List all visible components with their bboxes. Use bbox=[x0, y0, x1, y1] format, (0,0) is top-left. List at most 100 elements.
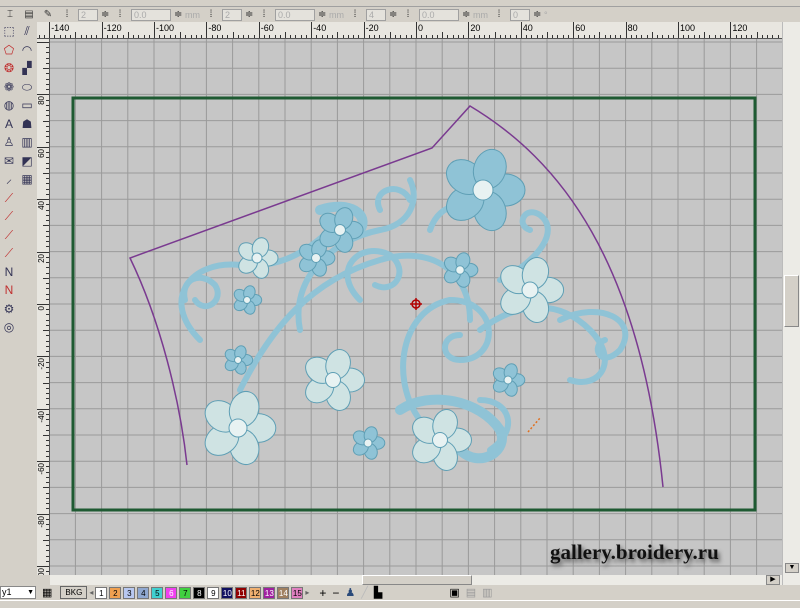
thread-color-2[interactable]: 2 bbox=[109, 586, 122, 599]
circle-icon[interactable]: ◎ bbox=[0, 318, 18, 337]
columns-icon[interactable]: ▥ bbox=[18, 133, 36, 152]
thread-color-14[interactable]: 14 bbox=[277, 586, 290, 599]
arc-icon[interactable]: ◠ bbox=[18, 41, 36, 60]
pen-icon[interactable]: ✎ bbox=[40, 8, 56, 21]
scroll-right-button[interactable]: ▶ bbox=[766, 575, 780, 585]
ruler-tick bbox=[54, 35, 56, 38]
thread-color-7[interactable]: 7 bbox=[179, 586, 192, 599]
thread-color-11[interactable]: 11 bbox=[235, 586, 248, 599]
spinner-icon[interactable]: ≑ bbox=[462, 8, 470, 21]
vertical-scroll-thumb[interactable] bbox=[784, 275, 799, 327]
vertical-scrollbar[interactable]: ▼ bbox=[782, 22, 800, 585]
node-icon[interactable]: ⬠ bbox=[0, 41, 18, 60]
properties-icon[interactable]: ▥ bbox=[482, 586, 492, 599]
horizontal-scroll-thumb[interactable] bbox=[362, 575, 472, 585]
path-icon-3[interactable]: ⟋ bbox=[0, 226, 18, 245]
ruler-tick bbox=[46, 293, 49, 295]
thread-color-1[interactable]: 1 bbox=[95, 586, 108, 599]
ruler-tick bbox=[106, 35, 108, 38]
palette-left-arrow[interactable]: ◂ bbox=[89, 588, 93, 597]
spinner-icon[interactable]: ≑ bbox=[174, 8, 182, 21]
ellipse-icon[interactable]: ⬭ bbox=[18, 78, 36, 97]
ruler-tick bbox=[719, 35, 721, 38]
ruler-tick bbox=[43, 173, 49, 174]
zigzag-red-icon[interactable]: N bbox=[0, 281, 18, 300]
horizontal-scrollbar[interactable]: ▶ bbox=[50, 575, 782, 585]
ruler-tick bbox=[46, 387, 49, 389]
property-field[interactable]: 0 bbox=[510, 8, 530, 21]
background-button[interactable]: BKG bbox=[60, 586, 88, 599]
ruler-tick bbox=[436, 35, 438, 38]
disk-icon[interactable]: ▤ bbox=[466, 586, 476, 599]
color-stitch-icon[interactable]: ▤ bbox=[21, 8, 37, 21]
thread-color-10[interactable]: 10 bbox=[221, 586, 234, 599]
ruler-tick bbox=[46, 78, 49, 80]
spinner-icon[interactable]: ≑ bbox=[245, 8, 253, 21]
ruler-tick bbox=[46, 403, 49, 405]
thread-color-9[interactable]: 9 bbox=[207, 586, 220, 599]
thread-color-12[interactable]: 12 bbox=[249, 586, 262, 599]
spacing-icon: ⁞ bbox=[209, 9, 213, 20]
ruler-tick bbox=[46, 104, 49, 106]
property-field[interactable]: 0.0 bbox=[131, 8, 171, 21]
ruler-label: -100 bbox=[156, 23, 175, 33]
spinner-icon[interactable]: ≑ bbox=[101, 8, 109, 21]
blob-icon[interactable]: ☗ bbox=[18, 115, 36, 134]
stitch-type-icon[interactable]: ⌶ bbox=[2, 8, 18, 21]
scroll-down-button[interactable]: ▼ bbox=[785, 563, 799, 573]
globe-icon[interactable]: ◍ bbox=[0, 96, 18, 115]
monogram-icon[interactable]: ✉ bbox=[0, 152, 18, 171]
path-icon-1[interactable]: ⟋ bbox=[0, 189, 18, 208]
design-canvas[interactable] bbox=[50, 39, 782, 575]
person-icon[interactable]: ♙ bbox=[0, 133, 18, 152]
gradient-icon[interactable]: ◩ bbox=[18, 152, 36, 171]
ruler-tick bbox=[657, 35, 659, 38]
thread-color-5[interactable]: 5 bbox=[151, 586, 164, 599]
thread-color-6[interactable]: 6 bbox=[165, 586, 178, 599]
spinner-icon[interactable]: ≑ bbox=[318, 8, 326, 21]
run-stitch-icon[interactable]: ⸝ bbox=[0, 170, 18, 189]
ruler-tick bbox=[46, 246, 49, 248]
path-icon-4[interactable]: ⟋ bbox=[0, 244, 18, 263]
remove-color-button[interactable]: − bbox=[332, 586, 339, 600]
stitch-lines-icon[interactable]: ⫽ bbox=[18, 22, 36, 41]
cog-icon[interactable]: ⚙ bbox=[0, 300, 18, 319]
ruler-tick bbox=[46, 366, 49, 368]
property-field[interactable]: 0.0 bbox=[419, 8, 459, 21]
chart-icon[interactable]: ▙ bbox=[374, 586, 382, 599]
ruler-tick bbox=[46, 272, 49, 274]
palette-right-arrow[interactable]: ▸ bbox=[305, 588, 309, 597]
thread-color-4[interactable]: 4 bbox=[137, 586, 150, 599]
rectangle-icon[interactable]: ▭ bbox=[18, 96, 36, 115]
grid-color-icon[interactable]: ▦ bbox=[42, 586, 52, 599]
path-icon-2[interactable]: ⟋ bbox=[0, 207, 18, 226]
property-field[interactable]: 0.0 bbox=[275, 8, 315, 21]
thread-color-8[interactable]: 8 bbox=[193, 586, 206, 599]
spinner-icon[interactable]: ≑ bbox=[389, 8, 397, 21]
thread-color-3[interactable]: 3 bbox=[123, 586, 136, 599]
property-field[interactable]: 4 bbox=[366, 8, 386, 21]
ruler-tick bbox=[709, 35, 711, 38]
ruler-tick bbox=[740, 35, 742, 38]
select-icon[interactable]: ⬚ bbox=[0, 22, 18, 41]
ruler-tick bbox=[201, 35, 203, 38]
text-icon[interactable]: A bbox=[0, 115, 18, 134]
ruler-tick bbox=[636, 35, 638, 38]
thread-icon[interactable]: ♟ bbox=[345, 586, 355, 599]
pattern-icon[interactable]: ▦ bbox=[18, 170, 36, 189]
zigzag-icon[interactable]: Ν bbox=[0, 263, 18, 282]
clip-icon[interactable]: ▞ bbox=[18, 59, 36, 78]
thread-color-13[interactable]: 13 bbox=[263, 586, 276, 599]
layer-select[interactable]: y1 ▼ bbox=[0, 586, 36, 599]
property-field[interactable]: 2 bbox=[78, 8, 98, 21]
save-icon[interactable]: ▣ bbox=[449, 586, 459, 599]
add-color-button[interactable]: + bbox=[319, 586, 326, 600]
ruler-tick bbox=[206, 22, 208, 38]
ruler-tick bbox=[620, 35, 622, 38]
spinner-icon[interactable]: ≑ bbox=[533, 8, 541, 21]
property-field[interactable]: 2 bbox=[222, 8, 242, 21]
fill-icon[interactable]: ❂ bbox=[0, 59, 18, 78]
thread-color-15[interactable]: 15 bbox=[291, 586, 304, 599]
wand-icon[interactable]: ╱ bbox=[361, 586, 368, 599]
satin-icon[interactable]: ❁ bbox=[0, 78, 18, 97]
